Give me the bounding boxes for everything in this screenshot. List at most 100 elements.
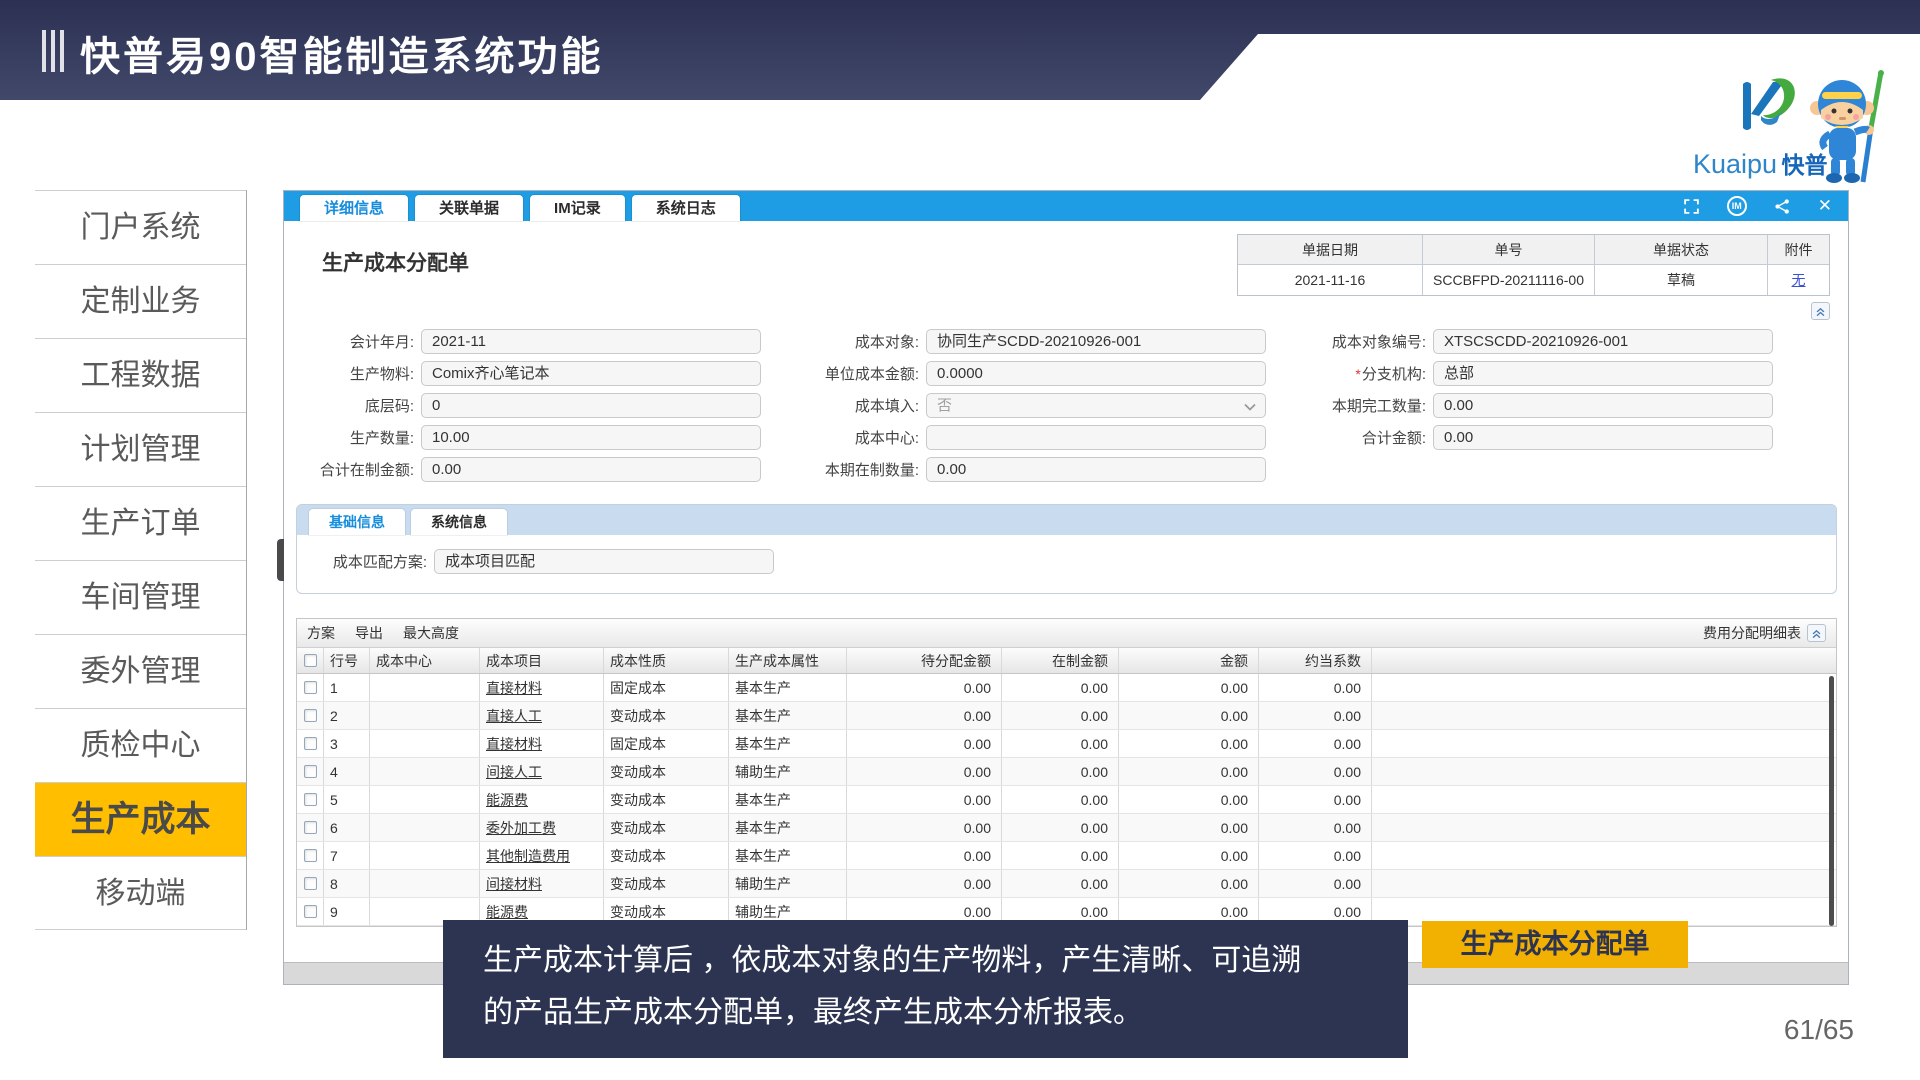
production-material-field[interactable]: Comix齐心笔记本 — [421, 361, 761, 386]
cost-attr-cell: 辅助生产 — [729, 758, 847, 785]
completed-qty-field[interactable]: 0.00 — [1433, 393, 1773, 418]
caption-line-1: 生产成本计算后 ，依成本对象的生产物料，产生清晰、可追溯 — [483, 935, 1408, 987]
cost-nature-cell: 固定成本 — [604, 730, 729, 757]
cost-item-link[interactable]: 间接材料 — [480, 870, 604, 897]
branch-org-field[interactable]: 总部 — [1433, 361, 1773, 386]
coefficient-cell: 0.00 — [1259, 786, 1372, 813]
cost-item-link[interactable]: 能源费 — [480, 786, 604, 813]
grid-scrollbar[interactable] — [1829, 676, 1834, 926]
cost-item-link[interactable]: 直接材料 — [480, 674, 604, 701]
collapse-header-button[interactable] — [1811, 302, 1830, 320]
select-all-checkbox[interactable] — [297, 648, 324, 673]
max-height-button[interactable]: 最大高度 — [403, 623, 459, 643]
row-checkbox[interactable] — [297, 758, 324, 785]
cost-object-no-field[interactable]: XTSCSCDD-20210926-001 — [1433, 329, 1773, 354]
coefficient-cell: 0.00 — [1259, 814, 1372, 841]
expense-detail-label: 费用分配明细表 — [1703, 623, 1801, 643]
fullscreen-icon[interactable] — [1683, 198, 1700, 215]
field-label: 底层码: — [296, 395, 421, 416]
coefficient-cell: 0.00 — [1259, 674, 1372, 701]
tab-detail-info[interactable]: 详细信息 — [300, 195, 408, 221]
sidebar-item-mobile[interactable]: 移动端 — [35, 856, 246, 930]
amount-cell: 0.00 — [1119, 758, 1259, 785]
accounting-period-field[interactable]: 2021-11 — [421, 329, 761, 354]
collapse-grid-button[interactable] — [1807, 624, 1826, 642]
sidebar-item-workshop-management[interactable]: 车间管理 — [35, 560, 246, 634]
sub-tab-bar: 基础信息 系统信息 — [297, 505, 1836, 535]
tab-basic-info[interactable]: 基础信息 — [309, 509, 405, 535]
total-amount-field[interactable]: 0.00 — [1433, 425, 1773, 450]
cost-fill-select[interactable]: 否 — [926, 393, 1266, 418]
cost-item-link[interactable]: 直接材料 — [480, 730, 604, 757]
row-checkbox[interactable] — [297, 898, 324, 925]
close-icon[interactable]: ✕ — [1818, 196, 1832, 216]
total-wip-amount-field[interactable]: 0.00 — [421, 457, 761, 482]
header-bars-icon — [42, 30, 64, 72]
col-header-cost-center: 成本中心 — [370, 648, 480, 673]
cost-attr-cell: 基本生产 — [729, 842, 847, 869]
im-icon[interactable]: IM — [1727, 196, 1747, 216]
panel-collapse-handle[interactable] — [277, 539, 284, 581]
amount-cell: 0.00 — [1119, 842, 1259, 869]
unit-cost-amount-field[interactable]: 0.0000 — [926, 361, 1266, 386]
tab-im-record[interactable]: IM记录 — [530, 195, 625, 221]
kuaipu-logo: Kuaipu 快普 ™ — [1693, 70, 1893, 190]
sidebar-item-quality-center[interactable]: 质检中心 — [35, 708, 246, 782]
attachment-link[interactable]: 无 — [1792, 272, 1806, 288]
window-tab-bar: 详细信息 关联单据 IM记录 系统日志 IM ✕ — [284, 191, 1848, 221]
sidebar-item-production-cost[interactable]: 生产成本 — [35, 782, 246, 856]
field-label: 合计金额: — [1289, 427, 1433, 448]
row-checkbox[interactable] — [297, 786, 324, 813]
row-number-cell: 7 — [324, 842, 370, 869]
col-header-cost-nature: 成本性质 — [604, 648, 729, 673]
row-filler — [1372, 674, 1836, 701]
tab-system-log[interactable]: 系统日志 — [632, 195, 740, 221]
row-checkbox[interactable] — [297, 730, 324, 757]
sidebar-item-engineering-data[interactable]: 工程数据 — [35, 338, 246, 412]
cost-attr-cell: 基本生产 — [729, 674, 847, 701]
row-checkbox[interactable] — [297, 870, 324, 897]
table-row: 4间接人工变动成本辅助生产0.000.000.000.00 — [297, 758, 1836, 786]
grid-toolbar: 方案 导出 最大高度 费用分配明细表 — [297, 619, 1836, 648]
cost-item-link[interactable]: 直接人工 — [480, 702, 604, 729]
sidebar-item-production-order[interactable]: 生产订单 — [35, 486, 246, 560]
export-button[interactable]: 导出 — [355, 623, 383, 643]
current-wip-qty-field[interactable]: 0.00 — [926, 457, 1266, 482]
row-number-cell: 6 — [324, 814, 370, 841]
tab-related-docs[interactable]: 关联单据 — [415, 195, 523, 221]
cost-center-field[interactable] — [926, 425, 1266, 450]
col-header-row-no: 行号 — [324, 648, 370, 673]
pending-amount-cell: 0.00 — [847, 814, 1002, 841]
amount-cell: 0.00 — [1119, 730, 1259, 757]
sidebar-item-custom-business[interactable]: 定制业务 — [35, 264, 246, 338]
plan-button[interactable]: 方案 — [307, 623, 335, 643]
row-checkbox[interactable] — [297, 674, 324, 701]
production-qty-field[interactable]: 10.00 — [421, 425, 761, 450]
cost-item-link[interactable]: 间接人工 — [480, 758, 604, 785]
cost-item-link[interactable]: 委外加工费 — [480, 814, 604, 841]
sidebar-item-plan-management[interactable]: 计划管理 — [35, 412, 246, 486]
row-checkbox[interactable] — [297, 814, 324, 841]
cost-item-link[interactable]: 其他制造费用 — [480, 842, 604, 869]
tab-system-info[interactable]: 系统信息 — [411, 509, 507, 535]
wip-amount-cell: 0.00 — [1002, 814, 1119, 841]
form-column-3: 成本对象编号: XTSCSCDD-20210926-001 *分支机构: 总部 … — [1289, 329, 1773, 457]
field-label: 合计在制金额: — [296, 459, 421, 480]
field-label: 成本匹配方案: — [309, 551, 434, 572]
share-icon[interactable] — [1774, 198, 1791, 215]
document-title: 生产成本分配单 — [322, 247, 469, 277]
row-checkbox[interactable] — [297, 842, 324, 869]
sidebar-item-portal[interactable]: 门户系统 — [35, 190, 246, 264]
coefficient-cell: 0.00 — [1259, 702, 1372, 729]
cost-match-plan-field[interactable]: 成本项目匹配 — [434, 549, 774, 574]
table-row: 6委外加工费变动成本基本生产0.000.000.000.00 — [297, 814, 1836, 842]
app-window: 详细信息 关联单据 IM记录 系统日志 IM ✕ 生产成本分配单 — [283, 190, 1849, 985]
pending-amount-cell: 0.00 — [847, 786, 1002, 813]
window-controls: IM ✕ — [1683, 191, 1832, 221]
row-checkbox[interactable] — [297, 702, 324, 729]
low-level-code-field[interactable]: 0 — [421, 393, 761, 418]
cost-object-field[interactable]: 协同生产SCDD-20210926-001 — [926, 329, 1266, 354]
sidebar-item-outsourcing-management[interactable]: 委外管理 — [35, 634, 246, 708]
table-row: 2直接人工变动成本基本生产0.000.000.000.00 — [297, 702, 1836, 730]
field-label: 单位成本金额: — [784, 363, 926, 384]
